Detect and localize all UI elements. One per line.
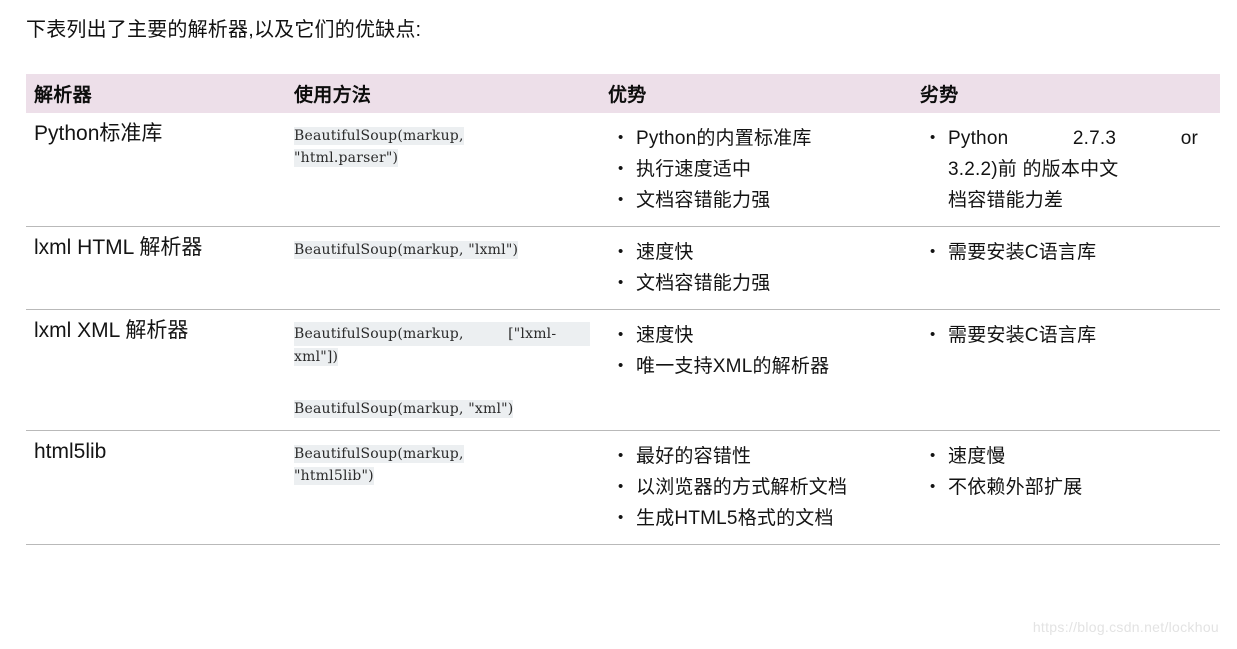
parser-name-text: lxml XML 解析器 bbox=[34, 319, 189, 342]
cell-parser-name: lxml HTML 解析器 bbox=[26, 227, 294, 310]
list-item: Python 2.7.3 or 3.2.2)前 的版本中文 档容错能力差 bbox=[930, 122, 1198, 216]
table-header: 解析器 使用方法 优势 劣势 bbox=[26, 74, 1220, 113]
parser-name-text: Python标准库 bbox=[34, 122, 163, 145]
code-line: BeautifulSoup(markup, "lxml") bbox=[294, 241, 519, 259]
cell-usage: BeautifulSoup(markup, "html5lib") bbox=[294, 431, 608, 545]
list-item: 文档容错能力强 bbox=[618, 267, 898, 299]
cell-cons: Python 2.7.3 or 3.2.2)前 的版本中文 档容错能力差 bbox=[920, 113, 1220, 227]
list-item: 执行速度适中 bbox=[618, 153, 898, 185]
list-item: 文档容错能力强 bbox=[618, 184, 898, 216]
cons-list: 速度慢 不依赖外部扩展 bbox=[920, 440, 1198, 503]
table-row: html5lib BeautifulSoup(markup, "html5lib… bbox=[26, 430, 1220, 545]
code-snippet: BeautifulSoup(markup, "lxml") bbox=[294, 239, 590, 261]
parsers-comparison-table: 解析器 使用方法 优势 劣势 Python标准库 BeautifulSoup(m… bbox=[26, 74, 1220, 545]
column-header-usage-label: 使用方法 bbox=[294, 85, 372, 106]
table-body: Python标准库 BeautifulSoup(markup, "html.pa… bbox=[26, 113, 1220, 545]
list-item: 最好的容错性 bbox=[618, 440, 898, 472]
cons-line-1: Python 2.7.3 or bbox=[948, 123, 1198, 154]
list-item: 唯一支持XML的解析器 bbox=[618, 350, 898, 382]
code-line: BeautifulSoup(markup, bbox=[294, 127, 464, 145]
cons-line-1-part-a: Python bbox=[948, 128, 1009, 149]
cons-list: 需要安装C语言库 bbox=[920, 236, 1198, 268]
cell-pros: 速度快 唯一支持XML的解析器 bbox=[608, 310, 920, 431]
column-header-pros: 优势 bbox=[608, 74, 920, 113]
list-item: 需要安装C语言库 bbox=[930, 236, 1198, 268]
parser-name-text: lxml HTML 解析器 bbox=[34, 236, 203, 259]
column-header-parser: 解析器 bbox=[26, 74, 294, 113]
code-line: "html5lib") bbox=[294, 467, 374, 485]
cell-cons: 需要安装C语言库 bbox=[920, 310, 1220, 431]
cons-list: 需要安装C语言库 bbox=[920, 319, 1198, 351]
column-header-cons: 劣势 bbox=[920, 74, 1220, 113]
cons-line-2: 3.2.2)前 的版本中文 bbox=[948, 159, 1119, 180]
cell-usage: BeautifulSoup(markup, "lxml") bbox=[294, 227, 608, 310]
cell-parser-name: lxml XML 解析器 bbox=[26, 310, 294, 431]
list-item: 速度快 bbox=[618, 319, 898, 351]
table-header-row: 解析器 使用方法 优势 劣势 bbox=[26, 74, 1220, 113]
parser-name-text: html5lib bbox=[34, 440, 107, 463]
cell-cons: 速度慢 不依赖外部扩展 bbox=[920, 431, 1220, 545]
cons-line-3: 档容错能力差 bbox=[948, 190, 1064, 211]
table-row: lxml XML 解析器 BeautifulSoup(markup, ["lxm… bbox=[26, 309, 1220, 431]
code-snippet: BeautifulSoup(markup, "html.parser") bbox=[294, 125, 590, 169]
code-line: BeautifulSoup(markup, bbox=[294, 445, 464, 463]
code-snippet: BeautifulSoup(markup, "xml") bbox=[294, 398, 590, 420]
cons-list: Python 2.7.3 or 3.2.2)前 的版本中文 档容错能力差 bbox=[920, 122, 1198, 216]
table-row: lxml HTML 解析器 BeautifulSoup(markup, "lxm… bbox=[26, 226, 1220, 310]
list-item: Python的内置标准库 bbox=[618, 122, 898, 154]
code-line: BeautifulSoup(markup, bbox=[294, 326, 464, 342]
code-line: "html.parser") bbox=[294, 149, 399, 167]
list-item: 生成HTML5格式的文档 bbox=[618, 502, 898, 534]
cell-pros: 速度快 文档容错能力强 bbox=[608, 227, 920, 310]
cell-parser-name: Python标准库 bbox=[26, 113, 294, 227]
pros-list: 最好的容错性 以浏览器的方式解析文档 生成HTML5格式的文档 bbox=[608, 440, 898, 534]
pros-list: 速度快 唯一支持XML的解析器 bbox=[608, 319, 898, 382]
pros-list: 速度快 文档容错能力强 bbox=[608, 236, 898, 299]
list-item: 不依赖外部扩展 bbox=[930, 471, 1198, 503]
cons-line-1-part-b: 2.7.3 bbox=[1072, 128, 1117, 149]
cell-parser-name: html5lib bbox=[26, 431, 294, 545]
column-header-cons-label: 劣势 bbox=[920, 85, 959, 106]
cell-usage: BeautifulSoup(markup, ["lxml- xml"]) Bea… bbox=[294, 310, 608, 431]
column-header-pros-label: 优势 bbox=[608, 85, 647, 106]
column-header-parser-label: 解析器 bbox=[34, 85, 92, 106]
table-row: Python标准库 BeautifulSoup(markup, "html.pa… bbox=[26, 113, 1220, 227]
parsers-table-container: 解析器 使用方法 优势 劣势 Python标准库 BeautifulSoup(m… bbox=[26, 74, 1220, 545]
code-line: BeautifulSoup(markup, "xml") bbox=[294, 400, 514, 418]
code-snippet: BeautifulSoup(markup, ["lxml- xml"]) bbox=[294, 322, 590, 368]
pros-list: Python的内置标准库 执行速度适中 文档容错能力强 bbox=[608, 122, 898, 216]
cell-cons: 需要安装C语言库 bbox=[920, 227, 1220, 310]
list-item: 速度慢 bbox=[930, 440, 1198, 472]
cons-line-1-part-c: or bbox=[1180, 128, 1198, 149]
list-item: 需要安装C语言库 bbox=[930, 319, 1198, 351]
cell-pros: 最好的容错性 以浏览器的方式解析文档 生成HTML5格式的文档 bbox=[608, 431, 920, 545]
column-header-usage: 使用方法 bbox=[294, 74, 608, 113]
csdn-watermark: https://blog.csdn.net/lockhou bbox=[1032, 619, 1219, 635]
list-item: 以浏览器的方式解析文档 bbox=[618, 471, 898, 503]
list-item: 速度快 bbox=[618, 236, 898, 268]
code-line: ["lxml- bbox=[508, 326, 557, 342]
cell-pros: Python的内置标准库 执行速度适中 文档容错能力强 bbox=[608, 113, 920, 227]
code-snippet: BeautifulSoup(markup, "html5lib") bbox=[294, 443, 590, 487]
page-intro-text: 下表列出了主要的解析器,以及它们的优缺点: bbox=[26, 19, 422, 41]
cell-usage: BeautifulSoup(markup, "html.parser") bbox=[294, 113, 608, 227]
code-line: xml"]) bbox=[294, 348, 339, 366]
